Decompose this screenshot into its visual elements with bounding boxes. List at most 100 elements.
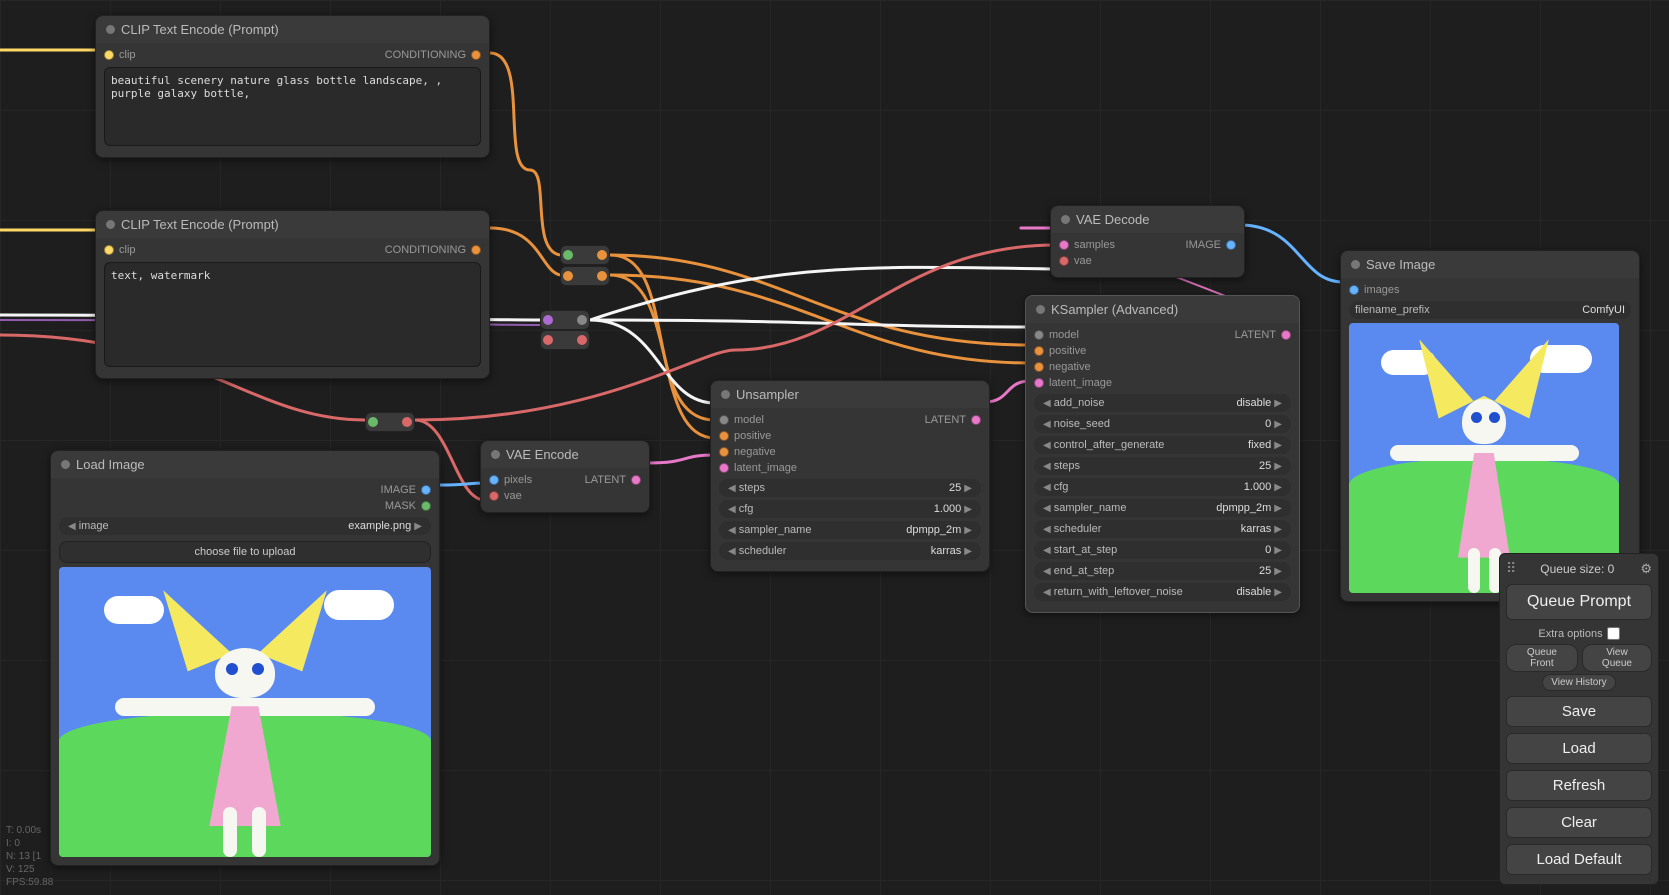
prompt-textarea[interactable]	[104, 67, 481, 146]
port-out[interactable]	[597, 271, 607, 281]
control-panel[interactable]: ⠿ Queue size: 0 ⚙ Queue Prompt Extra opt…	[1499, 553, 1659, 885]
load-button[interactable]: Load	[1506, 733, 1652, 764]
chevron-right-icon[interactable]: ▶	[411, 521, 425, 532]
collapse-dot-icon[interactable]	[61, 460, 70, 469]
port-conditioning-out[interactable]	[471, 245, 481, 255]
port-negative-in[interactable]	[1034, 362, 1044, 372]
widget-cfg[interactable]: ◀cfg1.000▶	[1034, 478, 1291, 496]
extra-options-checkbox[interactable]	[1607, 627, 1620, 640]
reroute-node[interactable]	[560, 266, 610, 286]
port-out[interactable]	[402, 417, 412, 427]
node-title: Unsampler	[736, 387, 799, 402]
chevron-left-icon[interactable]: ◀	[65, 521, 79, 532]
port-conditioning-out[interactable]	[471, 50, 481, 60]
collapse-dot-icon[interactable]	[491, 450, 500, 459]
node-header[interactable]: CLIP Text Encode (Prompt)	[96, 211, 489, 238]
load-default-button[interactable]: Load Default	[1506, 844, 1652, 875]
prompt-textarea[interactable]	[104, 262, 481, 367]
node-vae-encode[interactable]: VAE Encode pixels LATENT vae	[480, 440, 650, 513]
node-vae-decode[interactable]: VAE Decode samplesIMAGE vae	[1050, 205, 1245, 278]
widget-control-after[interactable]: ◀control_after_generatefixed▶	[1034, 436, 1291, 454]
node-clip-text-encode-1[interactable]: CLIP Text Encode (Prompt) clip CONDITION…	[95, 15, 490, 158]
port-latent-out[interactable]	[1281, 330, 1291, 340]
widget-sampler[interactable]: ◀sampler_namedpmpp_2m▶	[1034, 499, 1291, 517]
node-header[interactable]: VAE Encode	[481, 441, 649, 468]
widget-scheduler[interactable]: ◀schedulerkarras▶	[1034, 520, 1291, 538]
io-label: positive	[1049, 345, 1086, 357]
drag-handle-icon[interactable]: ⠿	[1506, 560, 1514, 577]
widget-steps[interactable]: ◀steps25▶	[1034, 457, 1291, 475]
port-in[interactable]	[563, 250, 573, 260]
reroute-node[interactable]	[560, 245, 610, 265]
node-save-image[interactable]: Save Image images filename_prefix ComfyU…	[1340, 250, 1640, 602]
gear-icon[interactable]: ⚙	[1640, 561, 1652, 577]
port-positive-in[interactable]	[719, 431, 729, 441]
port-latent-out[interactable]	[971, 415, 981, 425]
node-header[interactable]: VAE Decode	[1051, 206, 1244, 233]
node-clip-text-encode-2[interactable]: CLIP Text Encode (Prompt) clip CONDITION…	[95, 210, 490, 379]
collapse-dot-icon[interactable]	[106, 220, 115, 229]
save-button[interactable]: Save	[1506, 696, 1652, 727]
port-model-in[interactable]	[1034, 330, 1044, 340]
refresh-button[interactable]: Refresh	[1506, 770, 1652, 801]
port-image-out[interactable]	[1226, 240, 1236, 250]
collapse-dot-icon[interactable]	[1036, 305, 1045, 314]
queue-prompt-button[interactable]: Queue Prompt	[1506, 584, 1652, 620]
node-header[interactable]: Load Image	[51, 451, 439, 478]
widget-cfg[interactable]: ◀cfg1.000▶	[719, 500, 981, 518]
node-header[interactable]: CLIP Text Encode (Prompt)	[96, 16, 489, 43]
port-clip-in[interactable]	[104, 50, 114, 60]
port-latent-in[interactable]	[719, 463, 729, 473]
reroute-node[interactable]	[365, 412, 415, 432]
widget-scheduler[interactable]: ◀schedulerkarras▶	[719, 542, 981, 560]
widget-start-step[interactable]: ◀start_at_step0▶	[1034, 541, 1291, 559]
collapse-dot-icon[interactable]	[721, 390, 730, 399]
io-label: negative	[1049, 361, 1091, 373]
port-pixels-in[interactable]	[489, 475, 499, 485]
upload-button[interactable]: choose file to upload	[59, 541, 431, 563]
reroute-node[interactable]	[540, 330, 590, 350]
node-title: Save Image	[1366, 257, 1435, 272]
node-ksampler-advanced[interactable]: KSampler (Advanced) modelLATENT positive…	[1025, 295, 1300, 613]
port-images-in[interactable]	[1349, 285, 1359, 295]
port-out[interactable]	[597, 250, 607, 260]
port-in[interactable]	[543, 335, 553, 345]
image-selector[interactable]: ◀ image example.png ▶	[59, 517, 431, 535]
node-load-image[interactable]: Load Image IMAGE MASK ◀ image example.pn…	[50, 450, 440, 866]
port-samples-in[interactable]	[1059, 240, 1069, 250]
widget-steps[interactable]: ◀steps25▶	[719, 479, 981, 497]
port-out[interactable]	[577, 315, 587, 325]
port-vae-in[interactable]	[1059, 256, 1069, 266]
port-clip-in[interactable]	[104, 245, 114, 255]
port-in[interactable]	[543, 315, 553, 325]
port-latent-in[interactable]	[1034, 378, 1044, 388]
port-model-in[interactable]	[719, 415, 729, 425]
collapse-dot-icon[interactable]	[1351, 260, 1360, 269]
node-unsampler[interactable]: Unsampler modelLATENT positive negative …	[710, 380, 990, 572]
view-queue-button[interactable]: View Queue	[1582, 644, 1652, 672]
queue-front-button[interactable]: Queue Front	[1506, 644, 1578, 672]
widget-filename-prefix[interactable]: filename_prefix ComfyUI	[1349, 301, 1631, 319]
port-image-out[interactable]	[421, 485, 431, 495]
widget-seed[interactable]: ◀noise_seed0▶	[1034, 415, 1291, 433]
collapse-dot-icon[interactable]	[106, 25, 115, 34]
node-header[interactable]: Save Image	[1341, 251, 1639, 278]
port-positive-in[interactable]	[1034, 346, 1044, 356]
port-out[interactable]	[577, 335, 587, 345]
port-in[interactable]	[563, 271, 573, 281]
widget-add-noise[interactable]: ◀add_noisedisable▶	[1034, 394, 1291, 412]
node-header[interactable]: KSampler (Advanced)	[1026, 296, 1299, 323]
reroute-node[interactable]	[540, 310, 590, 330]
widget-sampler[interactable]: ◀sampler_namedpmpp_2m▶	[719, 521, 981, 539]
port-vae-in[interactable]	[489, 491, 499, 501]
port-latent-out[interactable]	[631, 475, 641, 485]
collapse-dot-icon[interactable]	[1061, 215, 1070, 224]
widget-return-noise[interactable]: ◀return_with_leftover_noisedisable▶	[1034, 583, 1291, 601]
port-mask-out[interactable]	[421, 501, 431, 511]
clear-button[interactable]: Clear	[1506, 807, 1652, 838]
node-header[interactable]: Unsampler	[711, 381, 989, 408]
view-history-button[interactable]: View History	[1542, 674, 1615, 691]
port-negative-in[interactable]	[719, 447, 729, 457]
widget-end-step[interactable]: ◀end_at_step25▶	[1034, 562, 1291, 580]
port-in[interactable]	[368, 417, 378, 427]
